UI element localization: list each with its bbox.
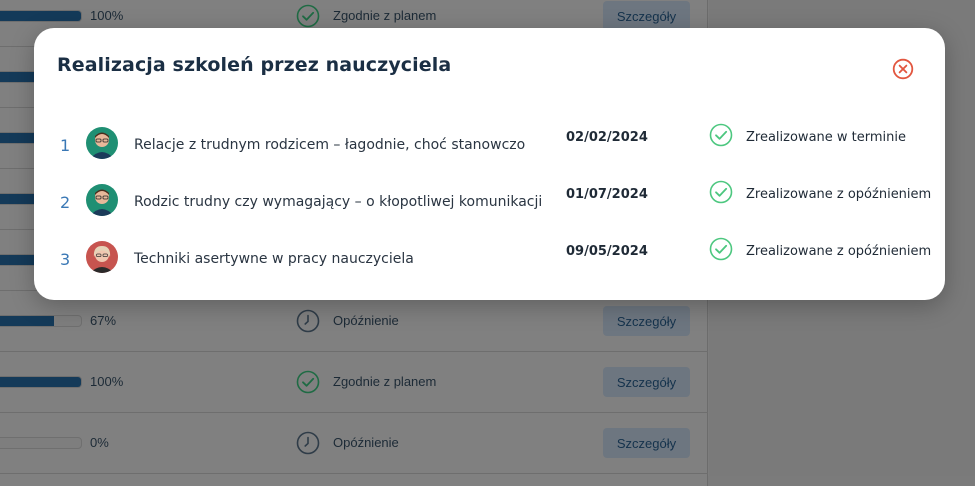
progress-percent: 100% (90, 8, 124, 23)
progress-bar (0, 10, 82, 22)
progress-percent: 0% (90, 435, 109, 450)
details-button[interactable]: Szczegóły (603, 428, 690, 458)
training-row: 1 Relacje z trudnym rodzicem – łagodnie,… (34, 123, 945, 165)
course-name: Techniki asertywne w pracy nauczyciela (134, 251, 414, 267)
row-number: 2 (60, 193, 71, 212)
avatar-icon (86, 241, 118, 273)
progress-bar (0, 437, 82, 449)
status-text: Zgodnie z planem (333, 374, 437, 389)
progress-bar-fill (0, 11, 81, 21)
progress-bar (0, 376, 82, 388)
status-text: Zrealizowane z opóźnieniem (746, 244, 932, 259)
check-circle-icon (709, 123, 733, 147)
course-date: 02/02/2024 (566, 130, 648, 145)
progress-bar-fill (0, 316, 54, 326)
training-row: 3 Techniki asertywne w pracy nauczyciela… (34, 237, 945, 279)
background-table-row: 100% Zgodnie z planem Szczegóły (0, 352, 708, 413)
status-text: Zrealizowane w terminie (746, 130, 906, 145)
background-table-row: 0% Opóźnienie Szczegóły (0, 413, 708, 474)
status-text: Zrealizowane z opóźnieniem (746, 187, 932, 202)
row-number: 1 (60, 136, 71, 155)
avatar-icon (86, 184, 118, 216)
check-circle-icon (709, 237, 733, 261)
close-icon[interactable] (892, 58, 914, 80)
check-circle-icon (296, 4, 320, 28)
course-date: 09/05/2024 (566, 244, 648, 259)
background-table-row: 67% Opóźnienie Szczegóły (0, 291, 708, 352)
modal-title: Realizacja szkoleń przez nauczyciela (57, 54, 452, 76)
details-button[interactable]: Szczegóły (603, 306, 690, 336)
status-text: Zgodnie z planem (333, 8, 437, 23)
progress-percent: 67% (90, 313, 117, 328)
status-text: Opóźnienie (333, 435, 399, 450)
training-row: 2 Rodzic trudny czy wymagający – o kłopo… (34, 180, 945, 222)
clock-icon (296, 431, 320, 455)
progress-bar-fill (0, 377, 81, 387)
details-button[interactable]: Szczegóły (603, 367, 690, 397)
avatar-icon (86, 127, 118, 159)
status-text: Opóźnienie (333, 313, 399, 328)
progress-bar (0, 315, 82, 327)
course-date: 01/07/2024 (566, 187, 648, 202)
check-circle-icon (296, 370, 320, 394)
progress-percent: 100% (90, 374, 124, 389)
course-name: Rodzic trudny czy wymagający – o kłopotl… (134, 194, 543, 210)
row-number: 3 (60, 250, 71, 269)
check-circle-icon (709, 180, 733, 204)
details-button[interactable]: Szczegóły (603, 1, 690, 31)
course-name: Relacje z trudnym rodzicem – łagodnie, c… (134, 137, 526, 153)
training-modal: Realizacja szkoleń przez nauczyciela 1 R… (34, 28, 945, 300)
clock-icon (296, 309, 320, 333)
